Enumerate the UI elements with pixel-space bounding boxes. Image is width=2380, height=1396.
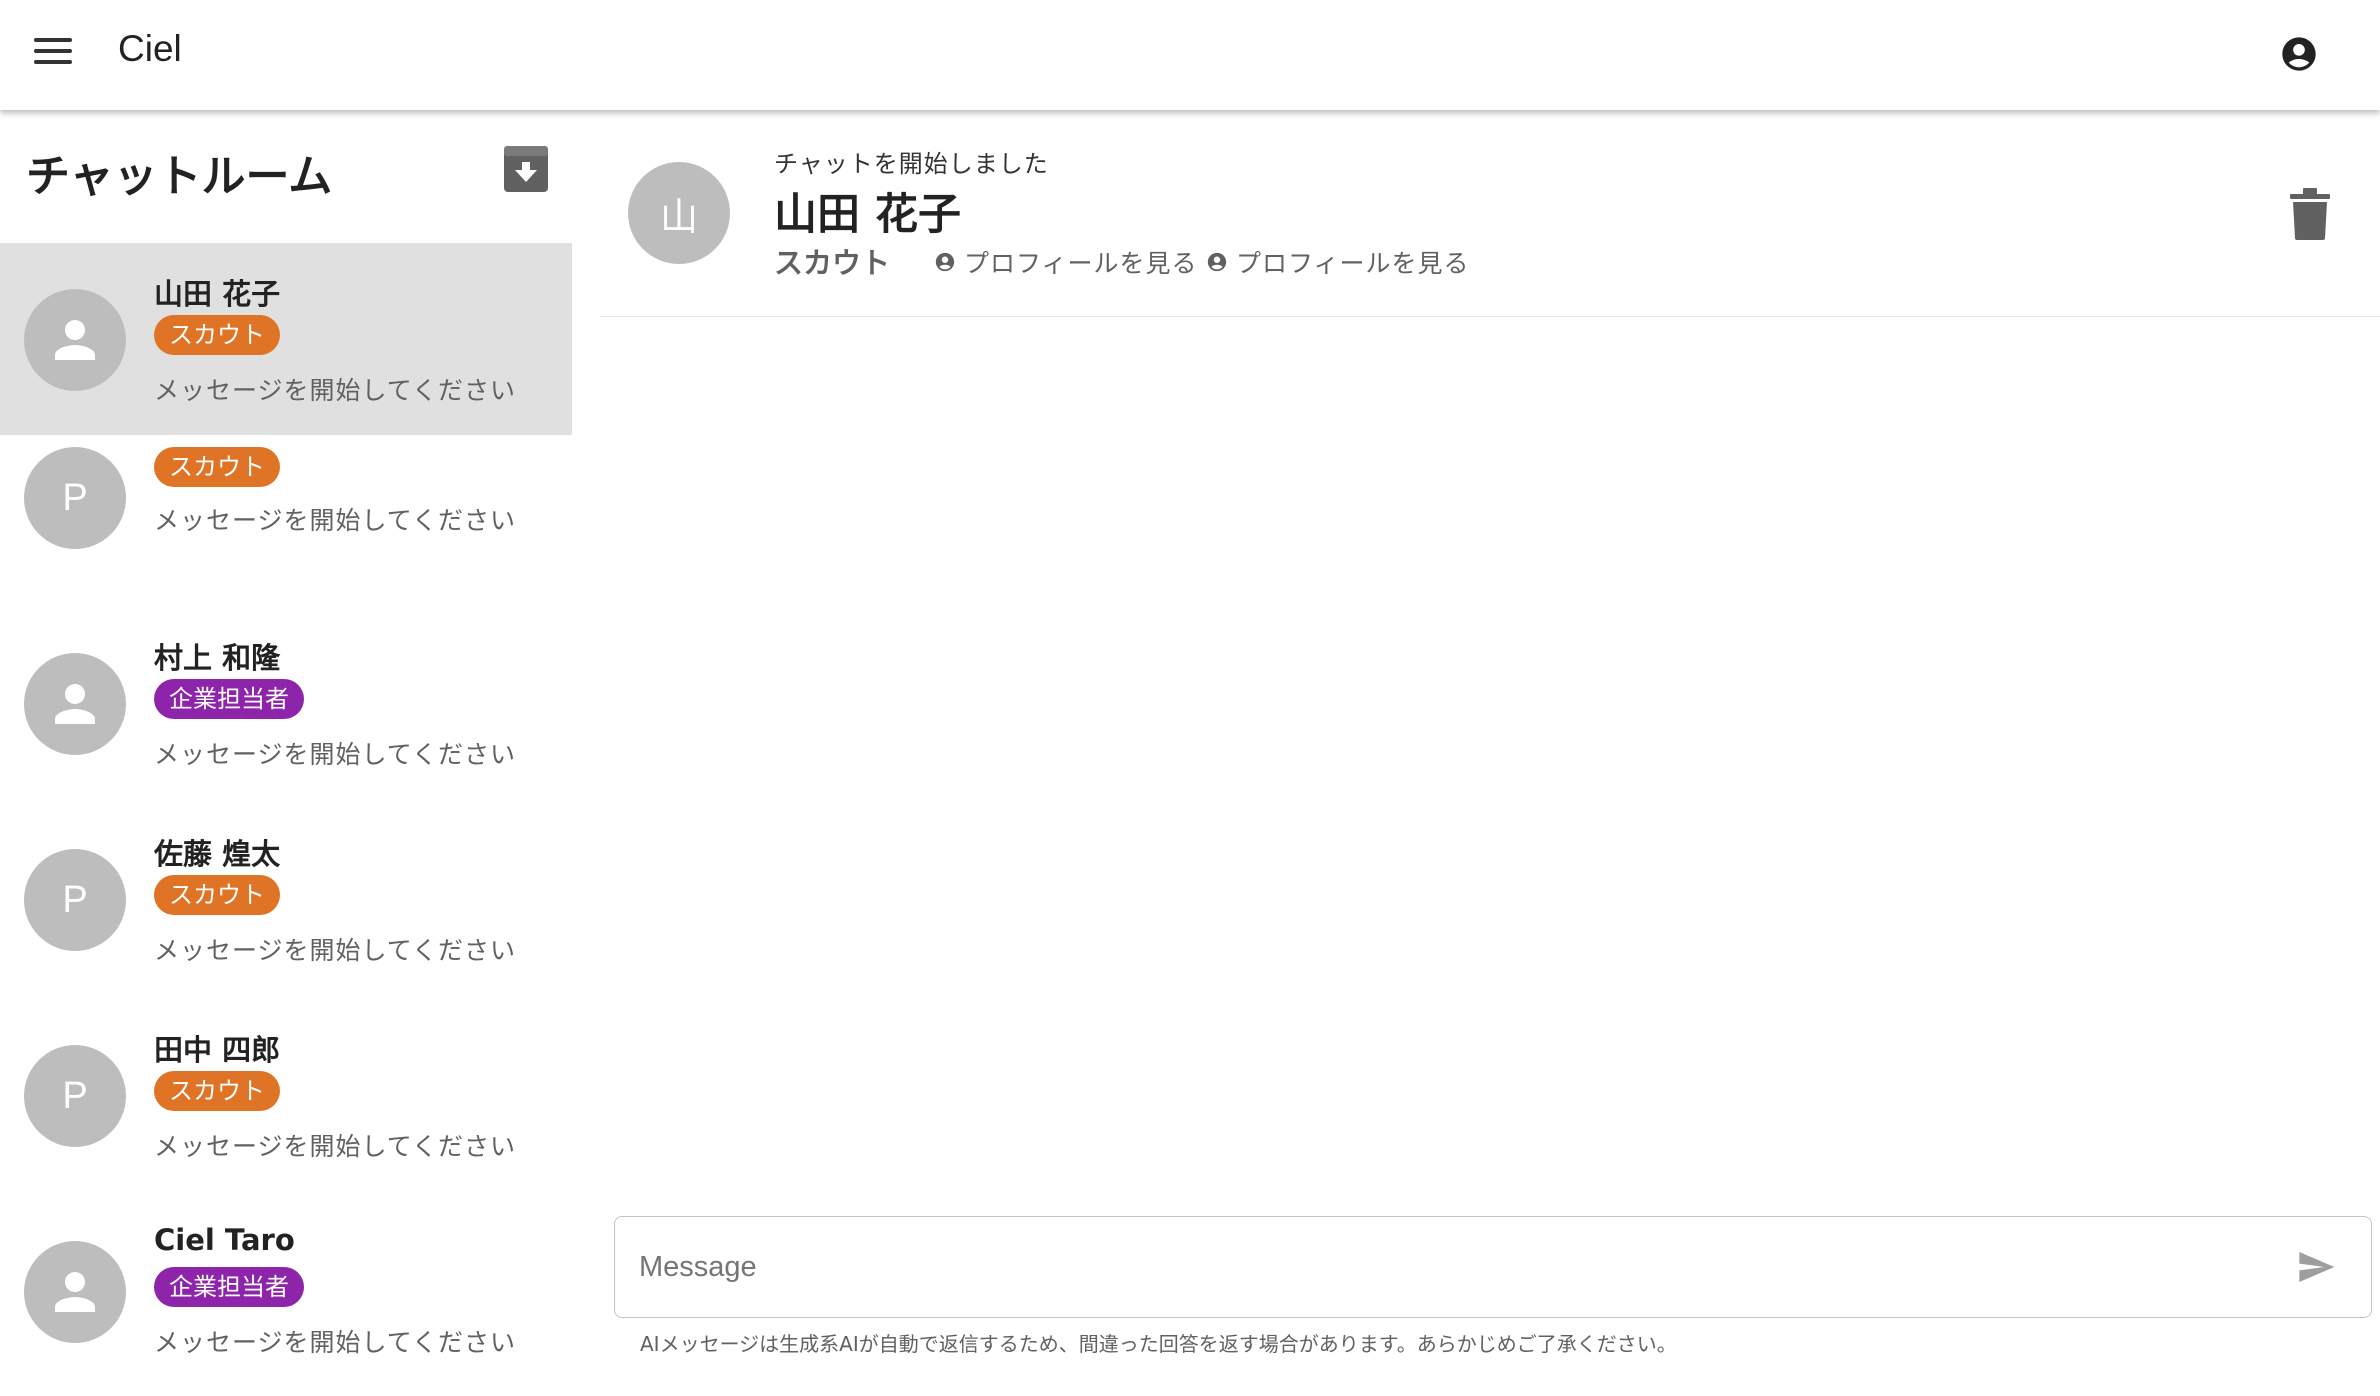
account-circle-icon[interactable] <box>2279 34 2319 74</box>
chat-room-item[interactable]: P スカウトメッセージを開始してください <box>0 435 572 607</box>
room-last-message: メッセージを開始してください <box>154 506 517 535</box>
app-title: Ciel <box>118 28 182 69</box>
role-badge: スカウト <box>154 315 280 355</box>
avatar: P <box>24 447 126 549</box>
chat-room-item[interactable]: P 佐藤 煌太スカウトメッセージを開始してください <box>0 803 572 999</box>
view-profile-label: プロフィールを見る <box>964 249 1198 278</box>
ai-disclaimer: AIメッセージは生成系AIが自動で返信するため、間違った回答を返す場合があります… <box>640 1332 1677 1356</box>
role-badge: 企業担当者 <box>154 1267 304 1307</box>
view-profile-link-2[interactable]: プロフィールを見る <box>1206 244 1470 280</box>
view-profile-link-1[interactable]: プロフィールを見る <box>934 244 1198 280</box>
message-composer <box>614 1216 2372 1318</box>
app-bar: Ciel <box>0 0 2380 110</box>
role-badge: スカウト <box>154 447 280 487</box>
sidebar-title: チャットルーム <box>26 151 333 202</box>
chat-room-item[interactable]: 村上 和隆企業担当者メッセージを開始してください <box>0 607 572 803</box>
account-circle-icon <box>935 252 955 272</box>
chat-partner-role: スカウト <box>774 246 891 280</box>
view-profile-label: プロフィールを見る <box>1236 249 1470 278</box>
room-last-message: メッセージを開始してください <box>154 376 517 405</box>
trash-icon[interactable] <box>2290 188 2330 240</box>
message-input[interactable] <box>639 1239 2239 1295</box>
role-badge: スカウト <box>154 875 280 915</box>
chat-header: 山 チャットを開始しました 山田 花子 スカウト プロフィールを見る プロフィー… <box>600 110 2380 317</box>
avatar: P <box>24 849 126 951</box>
room-name: 山田 花子 <box>154 277 281 311</box>
avatar: P <box>24 1045 126 1147</box>
send-icon[interactable] <box>2295 1247 2337 1287</box>
chat-partner-avatar: 山 <box>628 162 730 264</box>
chat-room-item[interactable]: 山田 花子スカウトメッセージを開始してください <box>0 243 572 435</box>
room-name: 村上 和隆 <box>154 641 281 675</box>
hamburger-menu-icon[interactable] <box>34 38 72 72</box>
person-avatar-icon <box>24 289 126 391</box>
role-badge: スカウト <box>154 1071 280 1111</box>
chat-room-sidebar: チャットルーム 山田 花子 スカウト メッセージを開始してください P スカウト メッセー… <box>0 110 572 1396</box>
room-last-message: メッセージを開始してください <box>154 740 517 769</box>
role-badge: 企業担当者 <box>154 679 304 719</box>
person-avatar-icon <box>24 1241 126 1343</box>
chat-partner-name: 山田 花子 <box>774 190 961 240</box>
room-name: Ciel Taro <box>154 1223 295 1257</box>
room-name: 佐藤 煌太 <box>154 837 281 871</box>
person-avatar-icon <box>24 653 126 755</box>
room-last-message: メッセージを開始してください <box>154 1132 517 1161</box>
room-list: 山田 花子 スカウト メッセージを開始してください P スカウト メッセージを開始してくだ… <box>0 243 572 1395</box>
room-last-message: メッセージを開始してください <box>154 1328 517 1357</box>
message-area[interactable] <box>600 318 2380 1208</box>
account-circle-icon <box>1207 252 1227 272</box>
room-last-message: メッセージを開始してください <box>154 936 517 965</box>
chat-room-item[interactable]: Ciel Taro 企業担当者メッセージを開始してください <box>0 1195 572 1395</box>
archive-icon[interactable] <box>502 144 550 194</box>
chat-status: チャットを開始しました <box>774 150 1049 178</box>
chat-room-item[interactable]: P 田中 四郎スカウトメッセージを開始してください <box>0 999 572 1195</box>
room-name: 田中 四郎 <box>154 1033 281 1067</box>
